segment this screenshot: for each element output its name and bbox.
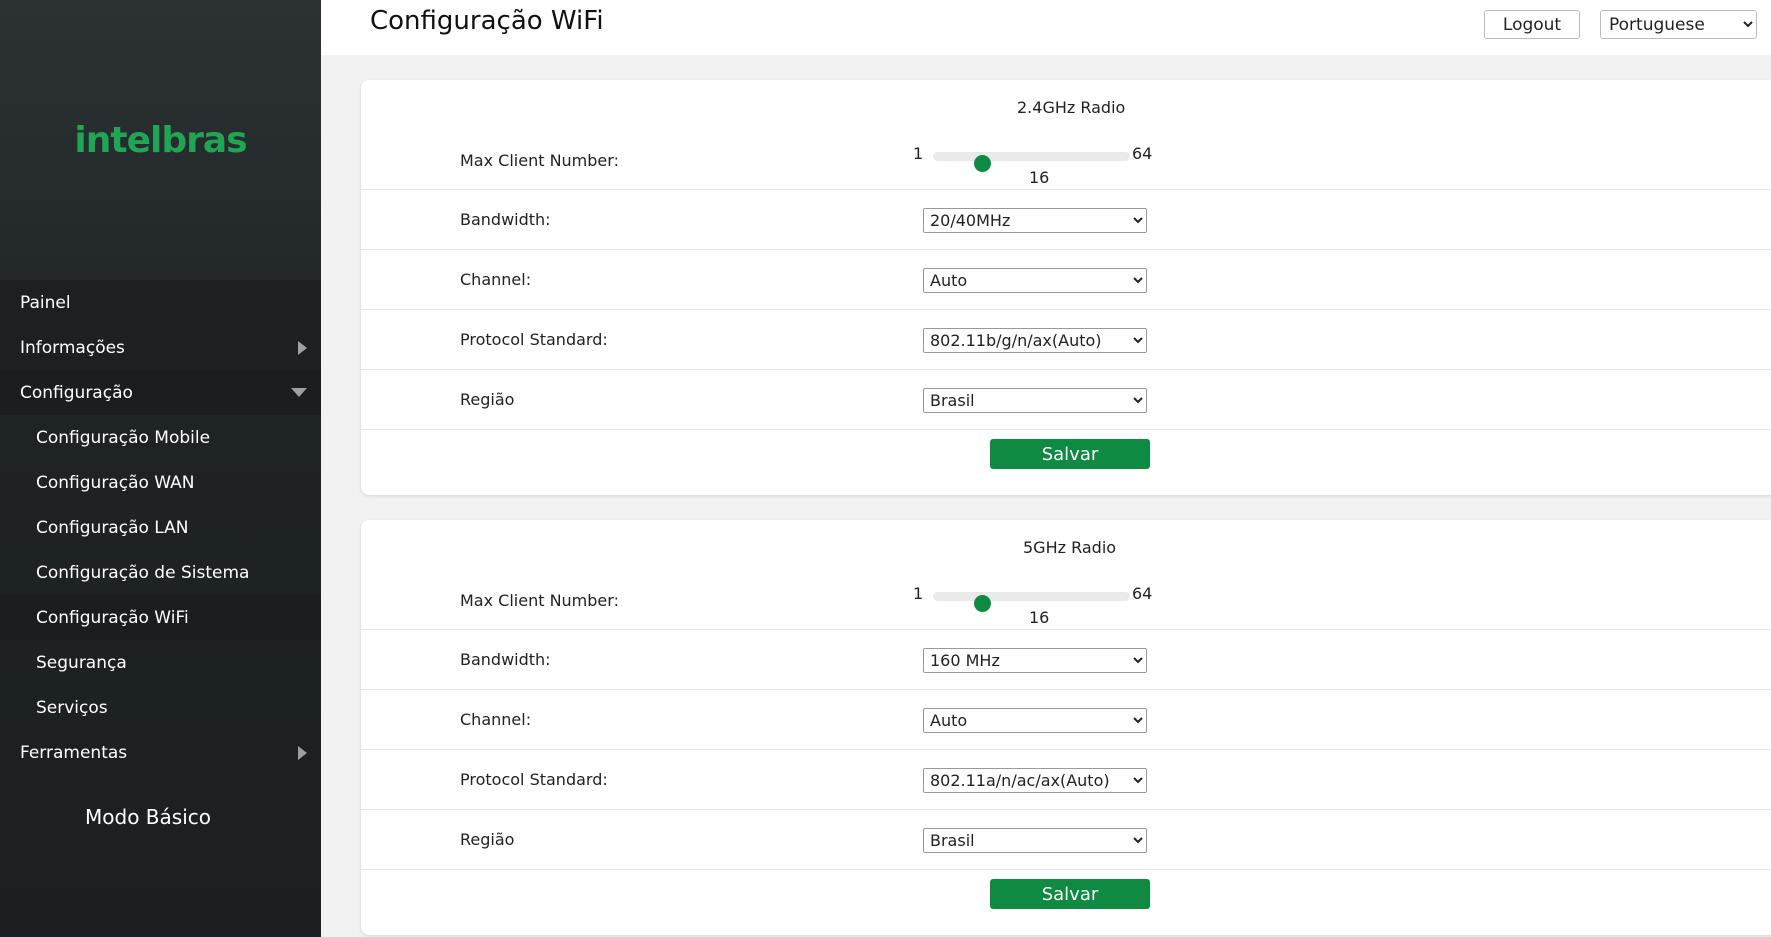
slider-max-label: 64 — [1132, 144, 1153, 163]
max-client-label: Max Client Number: — [460, 151, 619, 170]
bandwidth-select[interactable]: 20/40MHz — [923, 208, 1147, 233]
max-client-slider[interactable]: 1 64 16 — [913, 144, 1163, 194]
sidebar-item-label: Painel — [20, 292, 71, 313]
sidebar-item-ferramentas[interactable]: Ferramentas — [0, 730, 321, 775]
slider-value: 16 — [1029, 608, 1050, 627]
channel-select[interactable]: Auto — [923, 268, 1147, 293]
bandwidth-row: Bandwidth: 20/40MHz — [361, 190, 1771, 250]
bandwidth-label: Bandwidth: — [460, 650, 551, 669]
sidebar-nav: Painel Informações Configuração Configur… — [0, 280, 321, 775]
sidebar-item-label: Configuração WiFi — [36, 607, 189, 628]
sidebar: intelbras Painel Informações Configuraçã… — [0, 0, 321, 937]
protocol-label: Protocol Standard: — [460, 330, 608, 349]
region-label: Região — [460, 830, 515, 849]
bandwidth-label: Bandwidth: — [460, 210, 551, 229]
basic-mode-link[interactable]: Modo Básico — [0, 805, 296, 829]
radio-24ghz-card: 2.4GHz Radio Max Client Number: 1 64 16 … — [361, 80, 1771, 495]
sidebar-item-painel[interactable]: Painel — [0, 280, 321, 325]
slider-thumb[interactable] — [974, 155, 991, 172]
header: Configuração WiFi Logout Portuguese — [321, 0, 1771, 55]
slider-min-label: 1 — [913, 144, 924, 163]
channel-label: Channel: — [460, 270, 532, 289]
sidebar-item-label: Informações — [20, 337, 125, 358]
sidebar-item-configuracao-wan[interactable]: Configuração WAN — [0, 460, 321, 505]
max-client-label: Max Client Number: — [460, 591, 619, 610]
protocol-row: Protocol Standard: 802.11a/n/ac/ax(Auto) — [361, 750, 1771, 810]
sidebar-item-label: Configuração de Sistema — [36, 562, 250, 583]
region-select[interactable]: Brasil — [923, 388, 1147, 413]
protocol-row: Protocol Standard: 802.11b/g/n/ax(Auto) — [361, 310, 1771, 370]
sidebar-item-label: Serviços — [36, 697, 108, 718]
sidebar-item-label: Ferramentas — [20, 742, 128, 763]
sidebar-item-label: Configuração WAN — [36, 472, 195, 493]
logout-button[interactable]: Logout — [1484, 10, 1580, 39]
sidebar-item-configuracao-sistema[interactable]: Configuração de Sistema — [0, 550, 321, 595]
sidebar-item-seguranca[interactable]: Segurança — [0, 640, 321, 685]
channel-row: Channel: Auto — [361, 690, 1771, 750]
sidebar-item-configuracao-wifi[interactable]: Configuração WiFi — [0, 595, 321, 640]
radio-5ghz-title: 5GHz Radio — [1023, 538, 1117, 557]
radio-5ghz-card: 5GHz Radio Max Client Number: 1 64 16 Ba… — [361, 520, 1771, 935]
chevron-right-icon — [298, 340, 307, 355]
bandwidth-select[interactable]: 160 MHz — [923, 648, 1147, 673]
sidebar-item-label: Configuração Mobile — [36, 427, 211, 448]
sidebar-item-configuracao[interactable]: Configuração — [0, 370, 321, 415]
slider-max-label: 64 — [1132, 584, 1153, 603]
slider-thumb[interactable] — [974, 595, 991, 612]
sidebar-item-configuracao-mobile[interactable]: Configuração Mobile — [0, 415, 321, 460]
logo-area: intelbras — [0, 0, 321, 280]
sidebar-item-label: Configuração — [20, 382, 133, 403]
bandwidth-row: Bandwidth: 160 MHz — [361, 630, 1771, 690]
channel-select[interactable]: Auto — [923, 708, 1147, 733]
protocol-select[interactable]: 802.11b/g/n/ax(Auto) — [923, 328, 1147, 353]
region-select[interactable]: Brasil — [923, 828, 1147, 853]
slider-track[interactable] — [933, 152, 1130, 172]
channel-row: Channel: Auto — [361, 250, 1771, 310]
slider-value: 16 — [1029, 168, 1050, 187]
slider-track[interactable] — [933, 592, 1130, 612]
region-label: Região — [460, 390, 515, 409]
sidebar-item-label: Segurança — [36, 652, 127, 673]
sidebar-item-informacoes[interactable]: Informações — [0, 325, 321, 370]
protocol-label: Protocol Standard: — [460, 770, 608, 789]
channel-label: Channel: — [460, 710, 532, 729]
region-row: Região Brasil — [361, 370, 1771, 430]
sidebar-item-configuracao-lan[interactable]: Configuração LAN — [0, 505, 321, 550]
radio-24ghz-title: 2.4GHz Radio — [1017, 98, 1126, 117]
protocol-select[interactable]: 802.11a/n/ac/ax(Auto) — [923, 768, 1147, 793]
page-title: Configuração WiFi — [370, 6, 604, 36]
region-row: Região Brasil — [361, 810, 1771, 870]
chevron-right-icon — [298, 745, 307, 760]
save-button[interactable]: Salvar — [990, 879, 1150, 909]
max-client-slider[interactable]: 1 64 16 — [913, 584, 1163, 634]
language-select[interactable]: Portuguese — [1600, 10, 1757, 39]
sidebar-item-label: Configuração LAN — [36, 517, 189, 538]
intelbras-logo: intelbras — [74, 119, 247, 161]
sidebar-item-servicos[interactable]: Serviços — [0, 685, 321, 730]
chevron-down-icon — [291, 388, 307, 397]
slider-min-label: 1 — [913, 584, 924, 603]
save-button[interactable]: Salvar — [990, 439, 1150, 469]
